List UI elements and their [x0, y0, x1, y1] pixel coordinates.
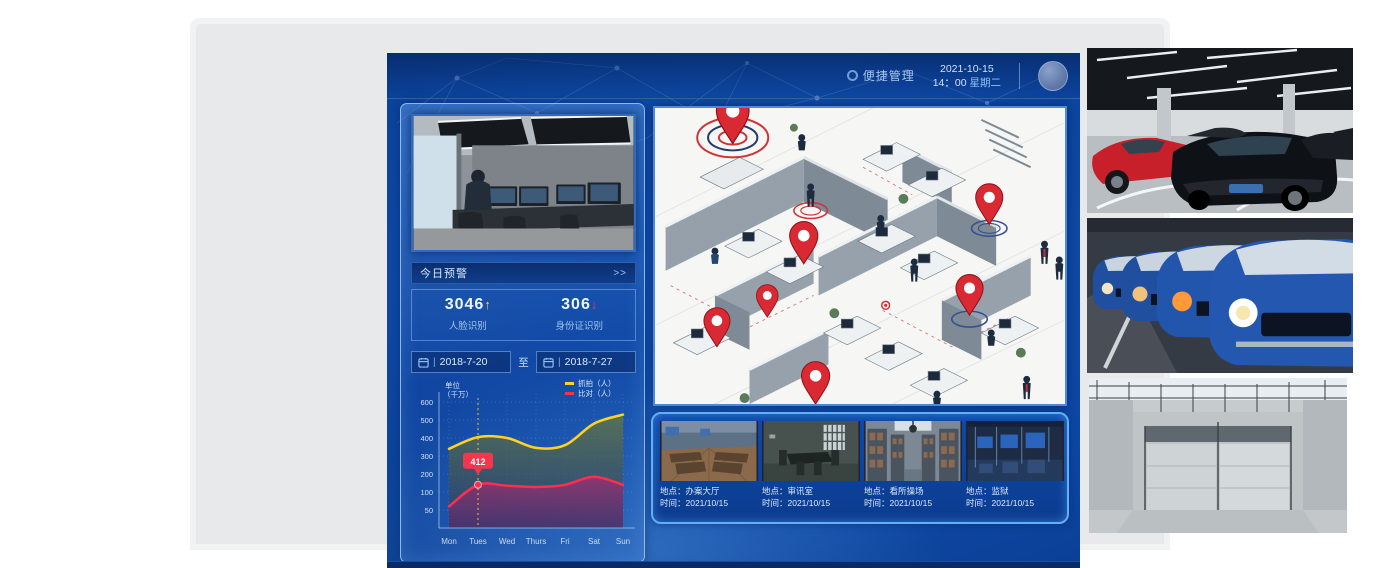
svg-text:Fri: Fri — [560, 537, 570, 546]
svg-text:抓拍（人）: 抓拍（人） — [578, 378, 616, 388]
stat-label: 身份证识别 — [524, 318, 636, 332]
alerts-section-header: 今日预警 >> — [411, 262, 636, 284]
left-panel: 今日预警 >> 3046↑ 人脸识别 306↓ 身份证识别 — [400, 103, 645, 563]
svg-text:500: 500 — [420, 416, 433, 425]
svg-text:（千万）: （千万） — [443, 389, 473, 399]
start-date-picker[interactable]: | 2018-7-20 — [411, 351, 511, 373]
end-date-value: 2018-7-27 — [565, 356, 613, 368]
calendar-icon — [543, 357, 554, 368]
control-room-illustration — [413, 116, 634, 250]
date-text: 2021-10-15 — [933, 62, 1001, 76]
date-range-row: | 2018-7-20 至 | 2018-7-27 — [411, 351, 636, 373]
collage-background: 便捷管理 2021-10-15 14：00 星期二 — [190, 18, 1170, 550]
camera-cell-interrogation[interactable]: 地点：审讯室 时间：2021/10/15 — [762, 421, 860, 522]
camera-caption: 地点：审讯室 时间：2021/10/15 — [762, 485, 860, 509]
stat-value: 306 — [561, 296, 591, 313]
capture-compare-chart[interactable]: 412 600 500 400 300 200 100 50 Mon Tues Wed Thurs Fr… — [405, 378, 642, 560]
alerts-title: 今日预警 — [420, 265, 468, 281]
svg-text:Thurs: Thurs — [526, 537, 546, 546]
camera-time: 时间：2021/10/15 — [966, 497, 1064, 509]
camera-time: 时间：2021/10/15 — [762, 497, 860, 509]
svg-text:单位: 单位 — [445, 380, 460, 390]
line-chart: 412 600 500 400 300 200 100 50 Mon Tues Wed Thurs Fr… — [405, 378, 642, 560]
svg-text:400: 400 — [420, 434, 433, 443]
camera-location: 地点：办案大厅 — [660, 485, 758, 497]
office-map-panel[interactable] — [653, 106, 1067, 406]
dashboard-footer-bar — [387, 561, 1080, 568]
svg-text:Tues: Tues — [469, 537, 487, 546]
dashboard: 便捷管理 2021-10-15 14：00 星期二 — [387, 53, 1080, 568]
app-logo: 便捷管理 — [847, 67, 915, 84]
datetime-display: 2021-10-15 14：00 星期二 — [933, 62, 1001, 90]
svg-text:100: 100 — [420, 488, 433, 497]
stat-label: 人脸识别 — [412, 318, 524, 332]
camera-thumbnail — [660, 421, 758, 481]
camera-cell-yard[interactable]: 地点：看所操场 时间：2021/10/15 — [864, 421, 962, 522]
picker-divider: | — [558, 357, 561, 368]
svg-text:Sun: Sun — [616, 537, 630, 546]
blue-cars-row-photo — [1087, 218, 1353, 373]
camera-thumbnail — [864, 421, 962, 481]
svg-text:比对（人）: 比对（人） — [578, 388, 616, 398]
camera-caption: 地点：监狱 时间：2021/10/15 — [966, 485, 1064, 509]
alerts-more-button[interactable]: >> — [613, 268, 627, 279]
camera-caption: 地点：办案大厅 时间：2021/10/15 — [660, 485, 758, 509]
trend-down-icon: ↓ — [591, 297, 598, 312]
camera-location: 地点：监狱 — [966, 485, 1064, 497]
camera-cell-hall[interactable]: 地点：办案大厅 时间：2021/10/15 — [660, 421, 758, 522]
camera-location: 地点：审讯室 — [762, 485, 860, 497]
compound-gate-photo — [1089, 378, 1347, 533]
svg-text:600: 600 — [420, 398, 433, 407]
svg-text:Wed: Wed — [499, 537, 515, 546]
camera-time: 时间：2021/10/15 — [660, 497, 758, 509]
start-date-value: 2018-7-20 — [440, 356, 488, 368]
app-title: 便捷管理 — [863, 67, 915, 84]
svg-text:Sat: Sat — [588, 537, 601, 546]
dashboard-header: 便捷管理 2021-10-15 14：00 星期二 — [387, 53, 1080, 99]
svg-text:50: 50 — [425, 506, 433, 515]
picker-divider: | — [433, 357, 436, 368]
svg-text:Mon: Mon — [441, 537, 457, 546]
svg-text:200: 200 — [420, 470, 433, 479]
stat-value: 3046 — [445, 296, 485, 313]
camera-thumbnail — [762, 421, 860, 481]
stat-face-recognition: 3046↑ 人脸识别 — [412, 290, 524, 340]
camera-strip: 地点：办案大厅 时间：2021/10/15 地点：审讯室 — [651, 412, 1069, 524]
camera-cell-prison[interactable]: 地点：监狱 时间：2021/10/15 — [966, 421, 1064, 522]
camera-time: 时间：2021/10/15 — [864, 497, 962, 509]
parking-garage-photo — [1087, 48, 1353, 213]
app-logo-icon — [847, 70, 858, 81]
header-divider — [1019, 63, 1020, 89]
user-avatar[interactable] — [1038, 61, 1068, 91]
camera-caption: 地点：看所操场 时间：2021/10/15 — [864, 485, 962, 509]
trend-up-icon: ↑ — [484, 297, 491, 312]
svg-text:412: 412 — [470, 457, 485, 467]
svg-text:300: 300 — [420, 452, 433, 461]
date-range-separator: 至 — [518, 355, 529, 370]
time-text: 14：00 — [933, 77, 967, 89]
control-room-feed[interactable] — [411, 114, 636, 252]
weekday-text: 星期二 — [970, 77, 1002, 89]
camera-thumbnail — [966, 421, 1064, 481]
end-date-picker[interactable]: | 2018-7-27 — [536, 351, 636, 373]
alerts-stats: 3046↑ 人脸识别 306↓ 身份证识别 — [411, 289, 636, 341]
stat-id-recognition: 306↓ 身份证识别 — [524, 290, 636, 340]
calendar-icon — [418, 357, 429, 368]
office-map-illustration — [655, 108, 1065, 404]
camera-location: 地点：看所操场 — [864, 485, 962, 497]
